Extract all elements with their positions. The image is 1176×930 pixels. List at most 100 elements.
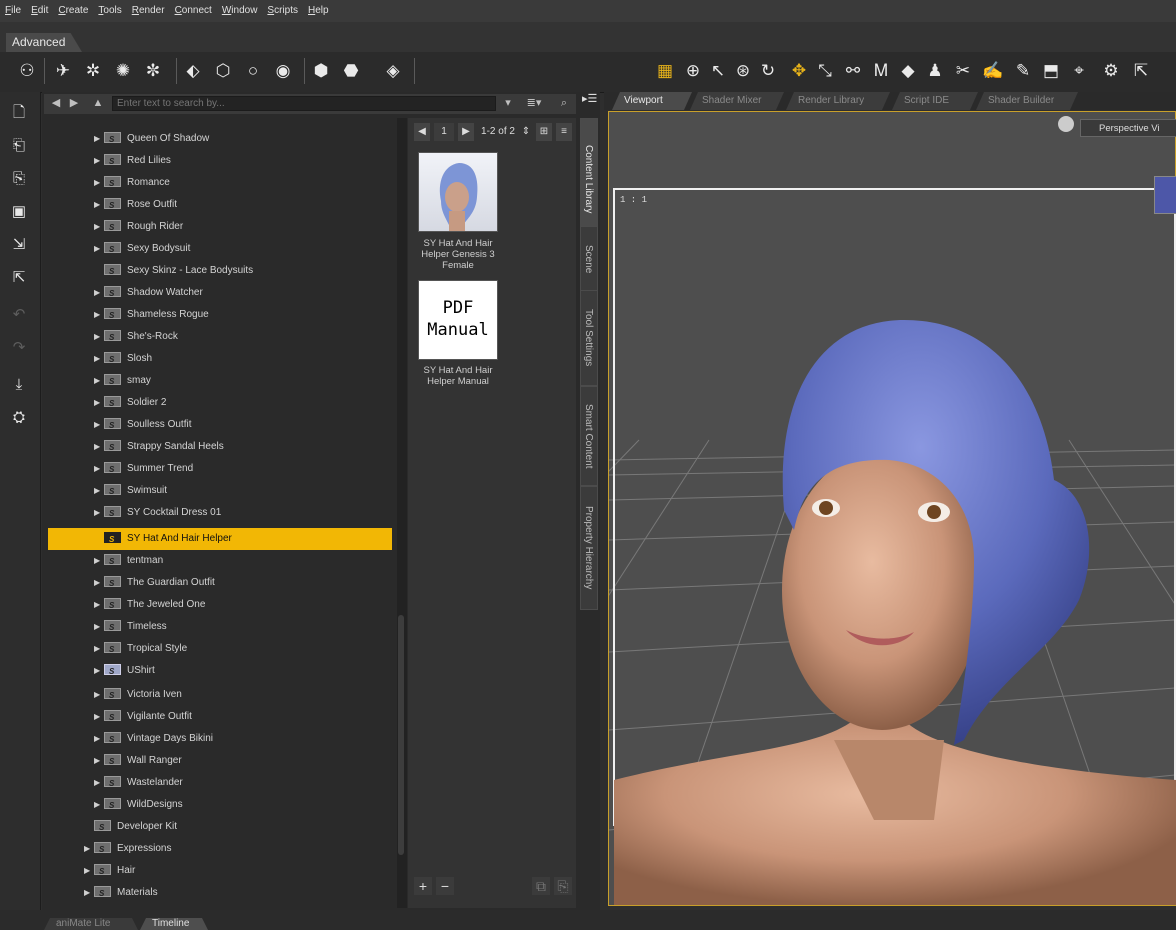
pointer-icon[interactable]: ↖ bbox=[705, 58, 731, 84]
expand-arrow-icon[interactable]: ▶ bbox=[94, 550, 104, 572]
expand-arrow-icon[interactable]: ▶ bbox=[84, 838, 94, 860]
menu-render[interactable]: Render bbox=[127, 0, 170, 22]
asset-thumbnail-hat-helper[interactable] bbox=[418, 152, 498, 232]
add-icon[interactable]: + bbox=[414, 877, 432, 895]
tree-item[interactable]: Developer Kit bbox=[94, 816, 177, 839]
tree-item[interactable]: ▶ Shadow Watcher bbox=[94, 282, 203, 305]
universal-tool-icon[interactable]: ⊕ bbox=[680, 58, 706, 84]
tree-item[interactable]: ▶ Wall Ranger bbox=[94, 750, 182, 773]
tab-shader-mixer[interactable]: Shader Mixer bbox=[690, 92, 784, 110]
tree-item[interactable]: ▶ Vigilante Outfit bbox=[94, 706, 192, 729]
create-camera-icon[interactable]: ✈ bbox=[50, 58, 76, 84]
tree-item[interactable]: ▶ Soulless Outfit bbox=[94, 414, 191, 437]
morph-tool-icon[interactable]: Ꮇ bbox=[868, 58, 894, 84]
tree-item[interactable]: ▶ Timeless bbox=[94, 616, 167, 639]
tree-item[interactable]: ▶ Rose Outfit bbox=[94, 194, 177, 217]
figure-tool-icon[interactable]: ⛭ bbox=[6, 405, 32, 431]
brush-icon[interactable]: ✂ bbox=[950, 58, 976, 84]
page-number[interactable]: 1 bbox=[434, 123, 454, 141]
surface-selection-icon[interactable]: ✎ bbox=[1010, 58, 1036, 84]
drop-to-floor-icon[interactable]: ⤓ bbox=[6, 372, 32, 398]
create-distant-light-icon[interactable]: ✼ bbox=[140, 58, 166, 84]
rotate-icon[interactable]: ↻ bbox=[755, 58, 781, 84]
joint-editor-icon[interactable]: ⚯ bbox=[840, 58, 866, 84]
expand-arrow-icon[interactable]: ▶ bbox=[94, 194, 104, 216]
forward-icon[interactable]: ▶ bbox=[66, 95, 82, 111]
draw-style-icon[interactable] bbox=[1058, 116, 1074, 132]
menu-file[interactable]: File bbox=[0, 0, 26, 22]
expand-arrow-icon[interactable]: ▶ bbox=[94, 128, 104, 150]
icon-view-icon[interactable]: ⊞ bbox=[536, 123, 552, 141]
grid-snap-icon[interactable]: ▦ bbox=[652, 58, 678, 84]
tree-scrollbar-thumb[interactable] bbox=[398, 615, 404, 855]
tree-item[interactable]: ▶ Materials bbox=[84, 882, 158, 905]
menu-tools[interactable]: Tools bbox=[93, 0, 126, 22]
tab-script-ide[interactable]: Script IDE bbox=[892, 92, 978, 110]
create-cylinder-icon[interactable]: ⬢ bbox=[308, 58, 334, 84]
tree-item[interactable]: ▶ Queen Of Shadow bbox=[94, 128, 209, 151]
search-icon[interactable]: ⌕ bbox=[556, 95, 572, 111]
prev-page-icon[interactable]: ◀ bbox=[414, 123, 430, 141]
node-selection-icon[interactable]: ⊛ bbox=[730, 58, 756, 84]
tab-content-library[interactable]: Content Library bbox=[580, 118, 598, 240]
tree-item[interactable]: ▶ UShirt bbox=[94, 660, 155, 683]
tree-item[interactable]: ▶ Hair bbox=[84, 860, 135, 883]
expand-arrow-icon[interactable]: ▶ bbox=[94, 750, 104, 772]
geometry-editor-icon[interactable]: ◆ bbox=[895, 58, 921, 84]
expand-arrow-icon[interactable]: ▶ bbox=[94, 638, 104, 660]
tree-item[interactable]: ▶ Strappy Sandal Heels bbox=[94, 436, 224, 459]
tree-item[interactable]: ▶ Victoria Iven bbox=[94, 684, 182, 707]
library-search-input[interactable] bbox=[112, 96, 496, 111]
figure-pose-icon[interactable]: ♟ bbox=[922, 58, 948, 84]
expand-arrow-icon[interactable]: ▶ bbox=[94, 172, 104, 194]
search-dropdown-icon[interactable]: ▾ bbox=[500, 95, 516, 111]
expand-arrow-icon[interactable]: ▶ bbox=[94, 728, 104, 750]
tree-item[interactable]: ▶ The Jeweled One bbox=[94, 594, 205, 617]
tree-item[interactable]: Sexy Skinz - Lace Bodysuits bbox=[104, 260, 253, 283]
expand-arrow-icon[interactable]: ▶ bbox=[94, 594, 104, 616]
expand-arrow-icon[interactable]: ▶ bbox=[84, 882, 94, 904]
view-cube-icon[interactable] bbox=[1154, 176, 1176, 214]
render-icon[interactable]: ⬒ bbox=[1038, 58, 1064, 84]
up-level-icon[interactable]: ▲ bbox=[90, 95, 106, 111]
tab-advanced[interactable]: Advanced bbox=[6, 33, 82, 52]
redo-icon[interactable]: ↷ bbox=[6, 335, 32, 361]
expand-arrow-icon[interactable]: ▶ bbox=[94, 238, 104, 260]
tree-item[interactable]: ▶ She's-Rock bbox=[94, 326, 178, 349]
expand-arrow-icon[interactable]: ▶ bbox=[94, 502, 104, 524]
export-icon[interactable]: ⇱ bbox=[6, 265, 32, 291]
tab-render-library[interactable]: Render Library bbox=[786, 92, 890, 110]
expand-arrow-icon[interactable]: ▶ bbox=[94, 304, 104, 326]
create-sphere-icon[interactable]: ○ bbox=[240, 58, 266, 84]
tab-shader-builder[interactable]: Shader Builder bbox=[976, 92, 1078, 110]
asset-thumbnail-pdf-manual[interactable]: PDF Manual bbox=[418, 280, 498, 360]
tree-item-selected[interactable]: SY Hat And Hair Helper bbox=[48, 528, 392, 551]
create-light-icon[interactable]: ✲ bbox=[80, 58, 106, 84]
menu-connect[interactable]: Connect bbox=[170, 0, 217, 22]
tab-smart-content[interactable]: Smart Content bbox=[580, 386, 598, 486]
tree-item[interactable]: ▶ WildDesigns bbox=[94, 794, 183, 817]
expand-arrow-icon[interactable]: ▶ bbox=[94, 326, 104, 348]
translate-icon[interactable]: ✥ bbox=[786, 58, 812, 84]
expand-arrow-icon[interactable]: ▶ bbox=[84, 860, 94, 882]
list-view-icon[interactable]: ≡ bbox=[556, 123, 572, 141]
tree-item[interactable]: ▶ Red Lilies bbox=[94, 150, 171, 173]
tab-viewport[interactable]: Viewport bbox=[612, 92, 692, 110]
save-icon[interactable]: ▣ bbox=[6, 199, 32, 225]
tree-item[interactable]: ▶ Shameless Rogue bbox=[94, 304, 209, 327]
tree-item[interactable]: ▶ Romance bbox=[94, 172, 170, 195]
tab-property-hierarchy[interactable]: Property Hierarchy bbox=[580, 486, 598, 610]
create-spotlight-icon[interactable]: ✺ bbox=[110, 58, 136, 84]
open-icon[interactable]: ⎗ bbox=[6, 133, 32, 159]
remove-icon[interactable]: − bbox=[436, 877, 454, 895]
expand-arrow-icon[interactable]: ▶ bbox=[94, 414, 104, 436]
scale-icon[interactable]: ⤡ bbox=[812, 58, 838, 84]
tab-animate-lite[interactable]: aniMate Lite bbox=[44, 918, 138, 930]
expand-arrow-icon[interactable]: ▶ bbox=[94, 348, 104, 370]
new-figure-icon[interactable]: ⚇ bbox=[14, 58, 40, 84]
paste-icon[interactable]: ⎘ bbox=[554, 877, 572, 895]
menu-scripts[interactable]: Scripts bbox=[262, 0, 303, 22]
expand-arrow-icon[interactable]: ▶ bbox=[94, 572, 104, 594]
tree-item[interactable]: ▶ Expressions bbox=[84, 838, 171, 861]
expand-arrow-icon[interactable]: ▶ bbox=[94, 684, 104, 706]
